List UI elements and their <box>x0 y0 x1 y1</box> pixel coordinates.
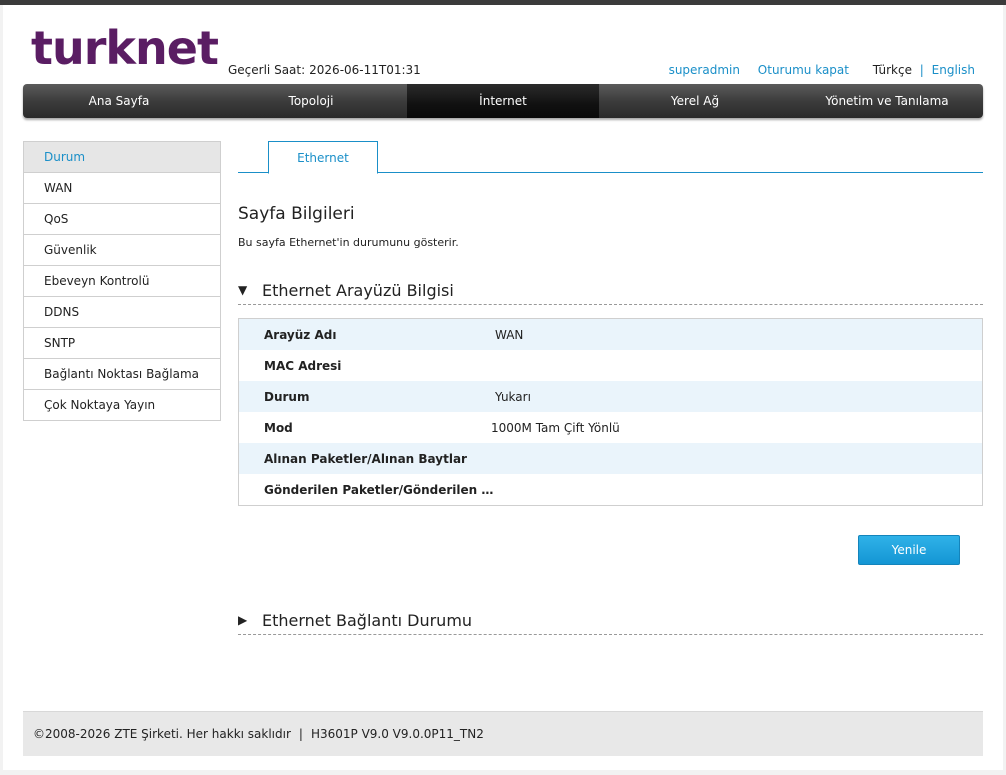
refresh-button[interactable]: Yenile <box>858 535 960 565</box>
user-link[interactable]: superadmin <box>669 63 740 77</box>
ethernet-info-table: Arayüz Adı WAN MAC Adresi Durum Yukarı M… <box>238 318 983 506</box>
row-label: Arayüz Adı <box>264 327 337 342</box>
section-title: Ethernet Arayüzü Bilgisi <box>262 280 454 300</box>
table-row: MAC Adresi <box>239 350 982 381</box>
tab-ethernet[interactable]: Ethernet <box>268 141 378 174</box>
turknet-logo: turknet <box>31 21 219 75</box>
sidebar-item-wan[interactable]: WAN <box>24 173 220 204</box>
sidebar: Durum WAN QoS Güvenlik Ebeveyn Kontrolü … <box>23 141 221 421</box>
language-english-link[interactable]: English <box>932 63 975 77</box>
row-label: Durum <box>264 389 310 404</box>
page: turknet Geçerli Saat: 2026-06-11T01:31 su… <box>3 5 1003 770</box>
language-separator: | <box>919 63 924 77</box>
sidebar-item-status[interactable]: Durum <box>24 142 220 173</box>
table-row: Mod 1000M Tam Çift Yönlü <box>239 412 982 443</box>
current-time-value: 2026-06-11T01:31 <box>309 63 421 77</box>
sidebar-item-port-binding[interactable]: Bağlantı Noktası Bağlama <box>24 359 220 390</box>
nav-item-topology[interactable]: Topoloji <box>215 84 407 118</box>
current-time: Geçerli Saat: 2026-06-11T01:31 <box>228 63 421 77</box>
page-description: Bu sayfa Ethernet'in durumunu gösterir. <box>238 236 459 249</box>
sidebar-item-qos[interactable]: QoS <box>24 204 220 235</box>
footer: ©2008-2026 ZTE Şirketi. Her hakkı saklıd… <box>23 711 983 756</box>
nav-item-local-network[interactable]: Yerel Ağ <box>599 84 791 118</box>
row-value: 1000M Tam Çift Yönlü <box>491 420 620 435</box>
collapse-arrow-icon: ▼ <box>238 283 248 297</box>
main-content: Ethernet Sayfa Bilgileri Bu sayfa Ethern… <box>238 141 983 635</box>
main-nav: Ana Sayfa Topoloji İnternet Yerel Ağ Yön… <box>23 84 983 118</box>
sidebar-item-parental-control[interactable]: Ebeveyn Kontrolü <box>24 266 220 297</box>
footer-copyright: ©2008-2026 ZTE Şirketi. Her hakkı saklıd… <box>33 727 291 741</box>
expand-arrow-icon: ▶ <box>238 613 248 627</box>
sidebar-item-security[interactable]: Güvenlik <box>24 235 220 266</box>
sidebar-item-ddns[interactable]: DDNS <box>24 297 220 328</box>
table-row: Durum Yukarı <box>239 381 982 412</box>
section-ethernet-interface-header[interactable]: ▼ Ethernet Arayüzü Bilgisi <box>238 276 983 305</box>
language-current: Türkçe <box>872 63 912 77</box>
nav-item-management[interactable]: Yönetim ve Tanılama <box>791 84 983 118</box>
table-row: Alınan Paketler/Alınan Baytlar <box>239 443 982 474</box>
logout-link[interactable]: Oturumu kapat <box>758 63 849 77</box>
section-title: Ethernet Bağlantı Durumu <box>262 610 473 630</box>
row-label: MAC Adresi <box>264 358 342 373</box>
row-label: Gönderilen Paketler/Gönderilen Bayt S... <box>264 482 495 497</box>
current-time-label: Geçerli Saat: <box>228 63 306 77</box>
sidebar-item-sntp[interactable]: SNTP <box>24 328 220 359</box>
page-title: Sayfa Bilgileri <box>238 204 355 224</box>
row-value: WAN <box>495 327 524 342</box>
sidebar-item-multicast[interactable]: Çok Noktaya Yayın <box>24 390 220 421</box>
tab-bar: Ethernet <box>238 141 983 174</box>
footer-version: H3601P V9.0 V9.0.0P11_TN2 <box>310 727 484 741</box>
row-label: Alınan Paketler/Alınan Baytlar <box>264 451 467 466</box>
row-label: Mod <box>264 420 293 435</box>
nav-item-internet[interactable]: İnternet <box>407 84 599 118</box>
footer-separator: | <box>298 727 303 741</box>
header-links: superadmin Oturumu kapat Türkçe | Englis… <box>669 63 975 77</box>
row-value: Yukarı <box>495 389 531 404</box>
table-row: Arayüz Adı WAN <box>239 319 982 350</box>
section-ethernet-link-status-header[interactable]: ▶ Ethernet Bağlantı Durumu <box>238 606 983 635</box>
table-row: Gönderilen Paketler/Gönderilen Bayt S... <box>239 474 982 505</box>
nav-item-home[interactable]: Ana Sayfa <box>23 84 215 118</box>
